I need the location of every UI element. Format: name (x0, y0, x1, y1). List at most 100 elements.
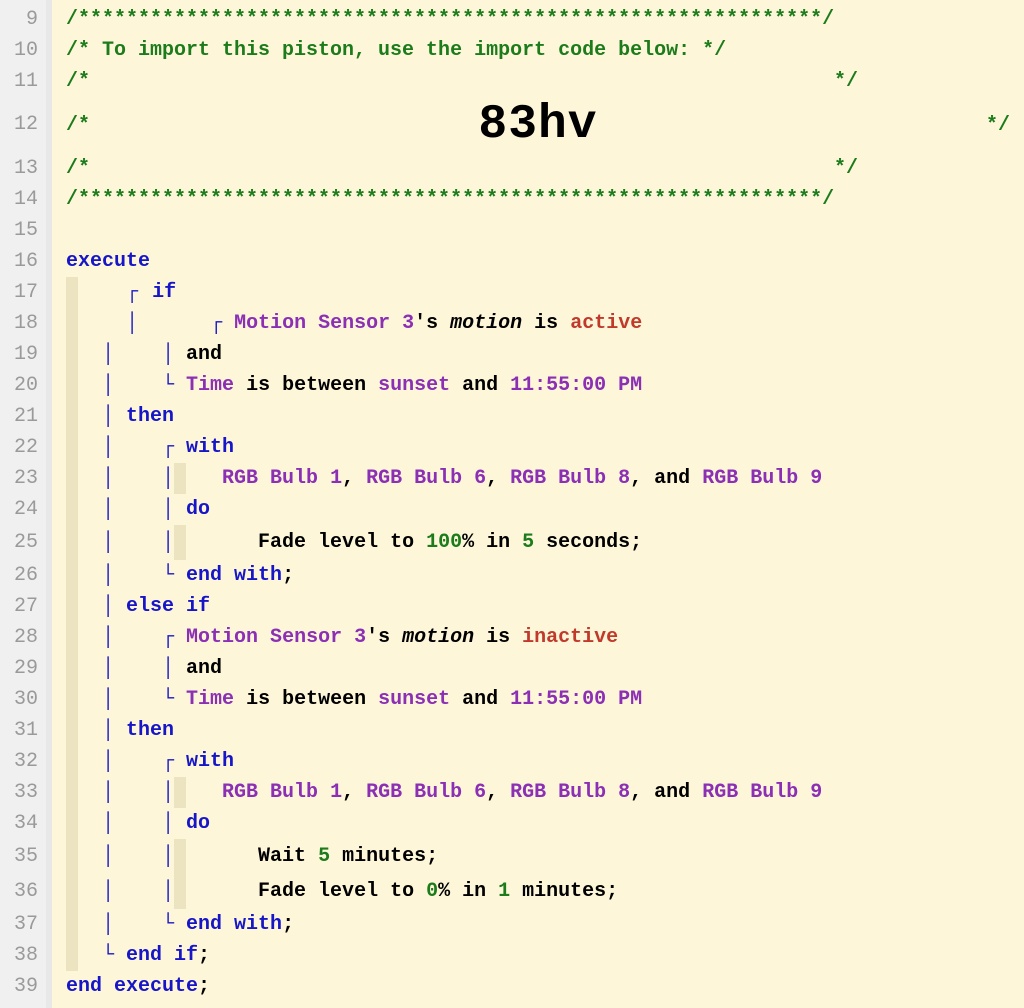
code-line: ││ and (66, 339, 1014, 370)
comment-left: /* (66, 157, 90, 180)
line-number: 30 (0, 684, 38, 715)
line-number: 37 (0, 909, 38, 940)
kw-endif: end if (126, 944, 198, 967)
code-line: │ then (66, 715, 1014, 746)
state-inactive: inactive (522, 626, 618, 649)
line-number: 24 (0, 494, 38, 525)
line-number: 9 (0, 4, 38, 35)
kw-with: with (186, 750, 234, 773)
code-line: ││ do (66, 808, 1014, 839)
line-number: 25 (0, 525, 38, 560)
code-line: /***************************************… (66, 184, 1014, 215)
code-line: /***************************************… (66, 4, 1014, 35)
comment-border: /***************************************… (66, 188, 834, 211)
kw-elseif: else if (126, 595, 210, 618)
line-number: 22 (0, 432, 38, 463)
action-fade: Fade level to (258, 531, 426, 554)
code-line: │└ end with; (66, 909, 1014, 940)
action-wait: Wait (258, 845, 318, 868)
device-name: Motion Sensor 3 (186, 626, 366, 649)
bracket-icon: ┌ (126, 281, 138, 304)
code-line: ││ Wait 5 minutes; (66, 839, 1014, 874)
code-line: │└ Time is between sunset and 11:55:00 P… (66, 370, 1014, 401)
line-number-gutter: 9101112131415161718192021222324252627282… (0, 0, 52, 1008)
line-number: 15 (0, 215, 38, 246)
code-line: ┌ if (66, 277, 1014, 308)
line-number: 27 (0, 591, 38, 622)
line-number: 28 (0, 622, 38, 653)
line-number: 36 (0, 874, 38, 909)
code-line: ││ and (66, 653, 1014, 684)
line-number: 14 (0, 184, 38, 215)
code-line: ││ RGB Bulb 1, RGB Bulb 6, RGB Bulb 8, a… (66, 463, 1014, 494)
code-line: │ ┌ Motion Sensor 3's motion is active (66, 308, 1014, 339)
time-var: Time (186, 688, 234, 711)
code-line: │└ end with; (66, 560, 1014, 591)
bulb-6: RGB Bulb 6 (366, 467, 486, 490)
line-number: 11 (0, 66, 38, 97)
code-line: ││ Fade level to 0% in 1 minutes; (66, 874, 1014, 909)
kw-and: and (186, 657, 222, 680)
line-number: 10 (0, 35, 38, 66)
code-area[interactable]: /***************************************… (52, 0, 1024, 1008)
line-number: 13 (0, 153, 38, 184)
bulb-1: RGB Bulb 1 (222, 781, 342, 804)
code-line: │┌ with (66, 432, 1014, 463)
code-line: end execute; (66, 971, 1014, 1002)
attribute: motion (402, 626, 474, 649)
kw-and: and (186, 343, 222, 366)
line-number: 19 (0, 339, 38, 370)
line-number: 16 (0, 246, 38, 277)
code-line: /* 83hv */ (66, 97, 1014, 153)
kw-endwith: end with (186, 564, 282, 587)
code-line: ││ RGB Bulb 1, RGB Bulb 6, RGB Bulb 8, a… (66, 777, 1014, 808)
attribute: motion (450, 312, 522, 335)
bulb-9: RGB Bulb 9 (702, 467, 822, 490)
bulb-8: RGB Bulb 8 (510, 781, 630, 804)
code-line: │┌ with (66, 746, 1014, 777)
line-number: 33 (0, 777, 38, 808)
code-line: /* To import this piston, use the import… (66, 35, 1014, 66)
code-line: │ then (66, 401, 1014, 432)
clock-time: 11:55:00 PM (510, 374, 642, 397)
kw-endexecute: end execute (66, 975, 198, 998)
line-number: 17 (0, 277, 38, 308)
code-editor: 9101112131415161718192021222324252627282… (0, 0, 1024, 1008)
code-line: │└ Time is between sunset and 11:55:00 P… (66, 684, 1014, 715)
indent-guide (66, 277, 78, 308)
code-line: └ end if; (66, 940, 1014, 971)
sunset: sunset (378, 688, 450, 711)
kw-execute: execute (66, 250, 150, 273)
line-number: 29 (0, 653, 38, 684)
comment-right: */ (834, 157, 858, 180)
state-active: active (570, 312, 642, 335)
kw-do: do (186, 812, 210, 835)
device-name: Motion Sensor 3 (234, 312, 414, 335)
clock-time: 11:55:00 PM (510, 688, 642, 711)
line-number: 26 (0, 560, 38, 591)
line-number: 18 (0, 308, 38, 339)
kw-endwith: end with (186, 913, 282, 936)
line-number: 39 (0, 971, 38, 1002)
line-number: 34 (0, 808, 38, 839)
comment-right: */ (986, 110, 1010, 141)
line-number: 38 (0, 940, 38, 971)
code-line: │ else if (66, 591, 1014, 622)
code-line: ││ Fade level to 100% in 5 seconds; (66, 525, 1014, 560)
code-line (66, 215, 1014, 246)
bulb-6: RGB Bulb 6 (366, 781, 486, 804)
comment-border: /***************************************… (66, 8, 834, 31)
kw-do: do (186, 498, 210, 521)
kw-with: with (186, 436, 234, 459)
bulb-1: RGB Bulb 1 (222, 467, 342, 490)
line-number: 31 (0, 715, 38, 746)
time-var: Time (186, 374, 234, 397)
comment-left: /* (66, 110, 90, 141)
comment-import: /* To import this piston, use the import… (66, 39, 726, 62)
code-line: execute (66, 246, 1014, 277)
line-number: 21 (0, 401, 38, 432)
kw-then: then (126, 719, 174, 742)
line-number: 32 (0, 746, 38, 777)
bulb-8: RGB Bulb 8 (510, 467, 630, 490)
import-code: 83hv (478, 98, 597, 152)
